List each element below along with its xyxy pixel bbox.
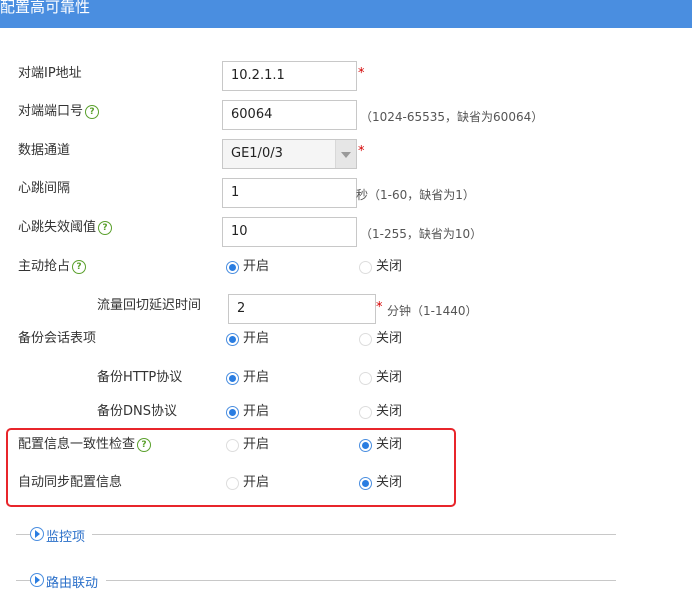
heartbeat-interval-input[interactable]: 1: [222, 178, 357, 208]
radio-dot-icon: [226, 333, 239, 346]
radio-dot-icon: [359, 406, 372, 419]
radio-dot-icon: [359, 333, 372, 346]
radio-label: 开启: [243, 370, 270, 385]
heartbeat-threshold-label: 心跳失效阈值?: [18, 216, 113, 235]
divider: [106, 580, 616, 581]
heartbeat-threshold-hint: （1-255，缺省为10）: [360, 227, 483, 241]
radio-dot-icon: [359, 477, 372, 490]
peer-ip-input[interactable]: 10.2.1.1: [222, 61, 357, 91]
config-consistency-label-text: 配置信息一致性检查: [18, 437, 136, 452]
data-channel-select[interactable]: GE1/0/3: [222, 139, 357, 169]
chevron-down-icon[interactable]: [335, 140, 356, 168]
radio-dot-icon: [226, 261, 239, 274]
section-monitor-toggle[interactable]: 监控项: [46, 526, 85, 545]
peer-port-label-text: 对端端口号: [18, 104, 84, 119]
failback-delay-input[interactable]: 2: [228, 294, 376, 324]
heartbeat-interval-hint: 秒（1-60，缺省为1）: [356, 188, 475, 202]
radio-label: 关闭: [376, 404, 403, 419]
radio-dot-icon: [226, 477, 239, 490]
radio-label: 开启: [243, 475, 270, 490]
peer-port-input[interactable]: 60064: [222, 100, 357, 130]
page-title: 配置高可靠性: [0, 0, 91, 16]
auto-sync-label: 自动同步配置信息: [18, 475, 123, 490]
radio-dot-icon: [359, 261, 372, 274]
divider: [16, 580, 30, 581]
failback-delay-hint: 分钟（1-1440）: [387, 304, 478, 318]
backup-session-label: 备份会话表项: [18, 331, 97, 346]
data-channel-value: GE1/0/3: [231, 146, 283, 161]
play-circle-icon[interactable]: [30, 573, 44, 587]
page-header: 配置高可靠性: [0, 0, 692, 28]
active-preempt-label-text: 主动抢占: [18, 259, 71, 274]
active-preempt-label: 主动抢占?: [18, 255, 87, 274]
radio-dot-icon: [359, 439, 372, 452]
config-consistency-label: 配置信息一致性检查?: [18, 433, 152, 452]
radio-label: 开启: [243, 259, 270, 274]
question-circle-icon[interactable]: ?: [137, 438, 152, 452]
question-circle-icon[interactable]: ?: [85, 105, 100, 119]
radio-dot-icon: [226, 439, 239, 452]
required-mark: *: [358, 66, 365, 81]
divider: [92, 534, 616, 535]
section-route-link-toggle[interactable]: 路由联动: [46, 572, 98, 591]
peer-port-hint: （1024-65535，缺省为60064）: [360, 110, 544, 124]
required-mark: *: [376, 300, 383, 315]
peer-ip-label: 对端IP地址: [18, 66, 82, 81]
data-channel-label: 数据通道: [18, 143, 71, 158]
divider: [16, 534, 30, 535]
radio-label: 关闭: [376, 475, 403, 490]
radio-label: 关闭: [376, 259, 403, 274]
peer-port-label: 对端端口号?: [18, 100, 100, 119]
heartbeat-threshold-input[interactable]: 10: [222, 217, 357, 247]
radio-label: 开启: [243, 404, 270, 419]
heartbeat-threshold-label-text: 心跳失效阈值: [18, 220, 97, 235]
required-mark: *: [358, 144, 365, 159]
radio-dot-icon: [226, 372, 239, 385]
radio-label: 开启: [243, 331, 270, 346]
backup-http-label: 备份HTTP协议: [97, 370, 183, 385]
heartbeat-interval-label: 心跳间隔: [18, 181, 71, 196]
play-circle-icon[interactable]: [30, 527, 44, 541]
radio-label: 关闭: [376, 437, 403, 452]
radio-label: 关闭: [376, 331, 403, 346]
radio-dot-icon: [226, 406, 239, 419]
radio-label: 开启: [243, 437, 270, 452]
backup-dns-label: 备份DNS协议: [97, 404, 177, 419]
radio-dot-icon: [359, 372, 372, 385]
radio-label: 关闭: [376, 370, 403, 385]
failback-delay-label: 流量回切延迟时间: [97, 298, 202, 313]
question-circle-icon[interactable]: ?: [72, 260, 87, 274]
question-circle-icon[interactable]: ?: [98, 221, 113, 235]
